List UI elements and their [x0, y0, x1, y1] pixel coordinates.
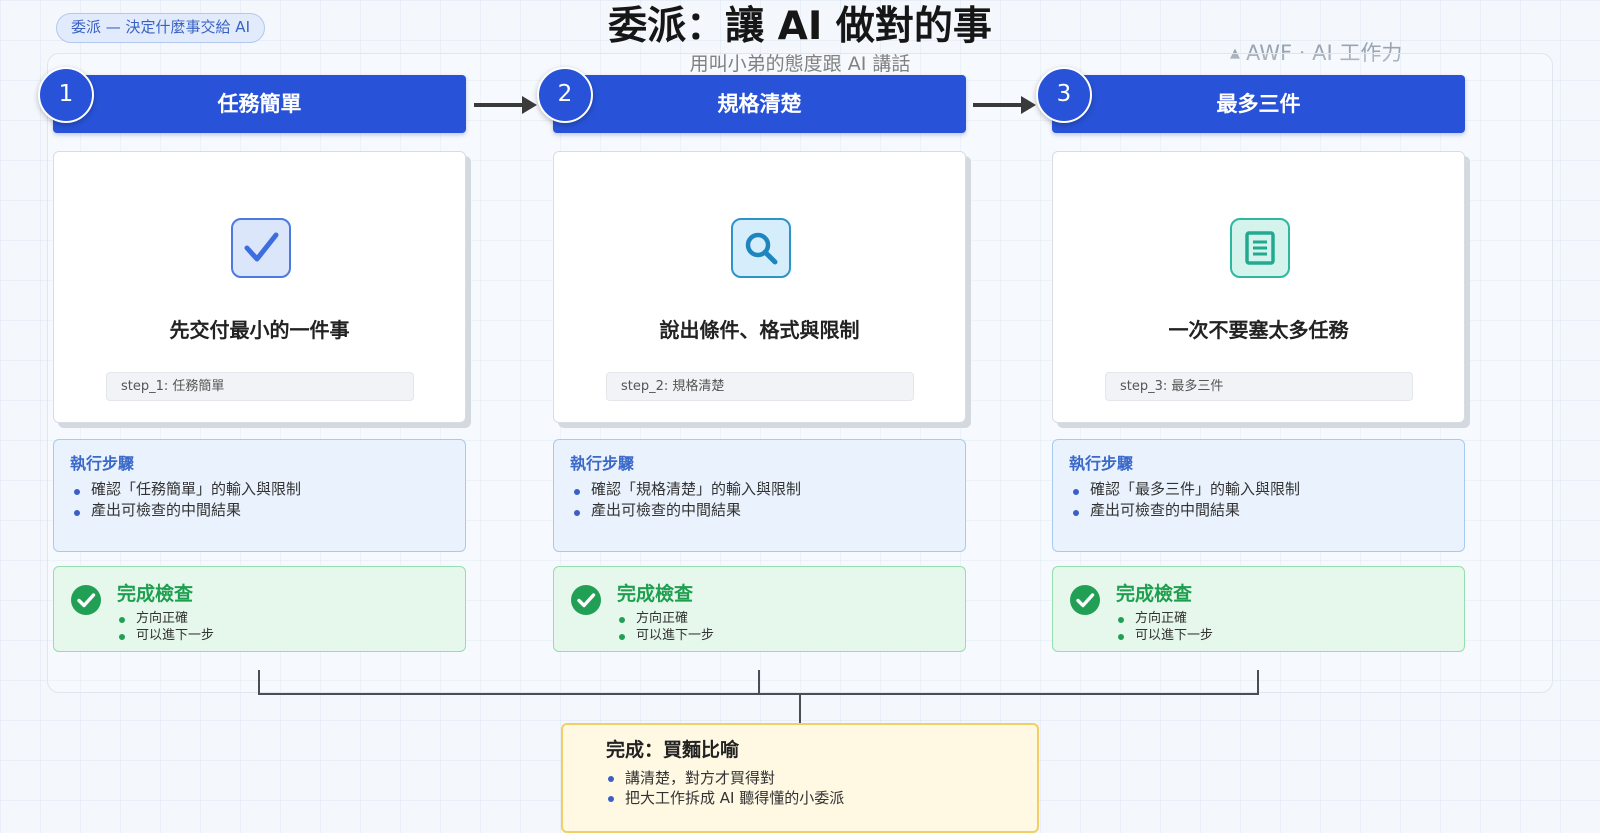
step-3-card: 一次不要塞太多任務 step_3: 最多三件	[1052, 151, 1465, 423]
list-item: 方向正確	[115, 610, 214, 627]
step-3-card-label: 一次不要塞太多任務	[1168, 318, 1349, 342]
step-1-check-box: 完成檢查 方向正確 可以進下一步	[53, 566, 466, 652]
step-3-check-list: 方向正確 可以進下一步	[1114, 610, 1213, 644]
step-2-check-list: 方向正確 可以進下一步	[615, 610, 714, 644]
step-1-check-list: 方向正確 可以進下一步	[115, 610, 214, 644]
check-circle-icon	[70, 584, 102, 616]
list-item: 可以進下一步	[1114, 627, 1213, 644]
list-item: 確認「最多三件」的輸入與限制	[1069, 479, 1300, 500]
step-3-check-box: 完成檢查 方向正確 可以進下一步	[1052, 566, 1465, 652]
step-3-exec-box: 執行步驟 確認「最多三件」的輸入與限制 產出可檢查的中間結果	[1052, 439, 1465, 552]
step-1-exec-box: 執行步驟 確認「任務簡單」的輸入與限制 產出可檢查的中間結果	[53, 439, 466, 552]
step-1-card: 先交付最小的一件事 step_1: 任務簡單	[53, 151, 466, 423]
step-1-tag: step_1: 任務簡單	[106, 372, 414, 401]
connector-line-1	[258, 670, 260, 695]
step-2-to-3-arrow	[973, 95, 1036, 115]
magnifier-icon	[731, 218, 791, 278]
step-2-card: 說出條件、格式與限制 step_2: 規格清楚	[553, 151, 966, 423]
list-item: 可以進下一步	[115, 627, 214, 644]
connector-bus	[258, 693, 1259, 695]
step-2-check-box: 完成檢查 方向正確 可以進下一步	[553, 566, 966, 652]
step-3-tag: step_3: 最多三件	[1105, 372, 1413, 401]
step-1-number-badge: 1	[38, 67, 94, 123]
list-item: 可以進下一步	[615, 627, 714, 644]
connector-line-3	[1257, 670, 1259, 695]
document-icon	[1230, 218, 1290, 278]
check-circle-icon	[570, 584, 602, 616]
list-item: 確認「任務簡單」的輸入與限制	[70, 479, 301, 500]
connector-to-final	[799, 693, 801, 723]
step-1-exec-list: 確認「任務簡單」的輸入與限制 產出可檢查的中間結果	[70, 479, 301, 521]
list-item: 方向正確	[615, 610, 714, 627]
step-3-number-badge: 3	[1036, 67, 1092, 123]
list-item: 講清楚，對方才買得對	[604, 768, 844, 788]
step-2-exec-box: 執行步驟 確認「規格清楚」的輸入與限制 產出可檢查的中間結果	[553, 439, 966, 552]
list-item: 確認「規格清楚」的輸入與限制	[570, 479, 801, 500]
checkbox-icon	[231, 218, 291, 278]
step-3-check-title: 完成檢查	[1116, 583, 1193, 605]
step-2-header: 規格清楚	[553, 75, 966, 133]
step-3-exec-list: 確認「最多三件」的輸入與限制 產出可檢查的中間結果	[1069, 479, 1300, 521]
check-circle-icon	[1069, 584, 1101, 616]
list-item: 產出可檢查的中間結果	[70, 500, 301, 521]
step-3-header: 最多三件	[1052, 75, 1465, 133]
step-2-exec-list: 確認「規格清楚」的輸入與限制 產出可檢查的中間結果	[570, 479, 801, 521]
step-1-exec-title: 執行步驟	[70, 454, 135, 473]
step-2-card-label: 說出條件、格式與限制	[659, 318, 860, 342]
step-1-card-label: 先交付最小的一件事	[169, 318, 350, 342]
final-box: 完成：買麵比喻 講清楚，對方才買得對 把大工作拆成 AI 聽得懂的小委派	[561, 723, 1039, 833]
step-2-number-badge: 2	[537, 67, 593, 123]
list-item: 產出可檢查的中間結果	[570, 500, 801, 521]
final-title: 完成：買麵比喻	[606, 739, 740, 761]
step-1-to-2-arrow	[474, 95, 537, 115]
step-1-header: 任務簡單	[53, 75, 466, 133]
list-item: 把大工作拆成 AI 聽得懂的小委派	[604, 788, 844, 808]
list-item: 方向正確	[1114, 610, 1213, 627]
list-item: 產出可檢查的中間結果	[1069, 500, 1300, 521]
step-2-check-title: 完成檢查	[617, 583, 694, 605]
step-1-check-title: 完成檢查	[117, 583, 194, 605]
connector-line-2	[758, 670, 760, 695]
final-list: 講清楚，對方才買得對 把大工作拆成 AI 聽得懂的小委派	[604, 768, 844, 808]
step-2-exec-title: 執行步驟	[570, 454, 635, 473]
step-3-exec-title: 執行步驟	[1069, 454, 1134, 473]
step-2-tag: step_2: 規格清楚	[606, 372, 914, 401]
